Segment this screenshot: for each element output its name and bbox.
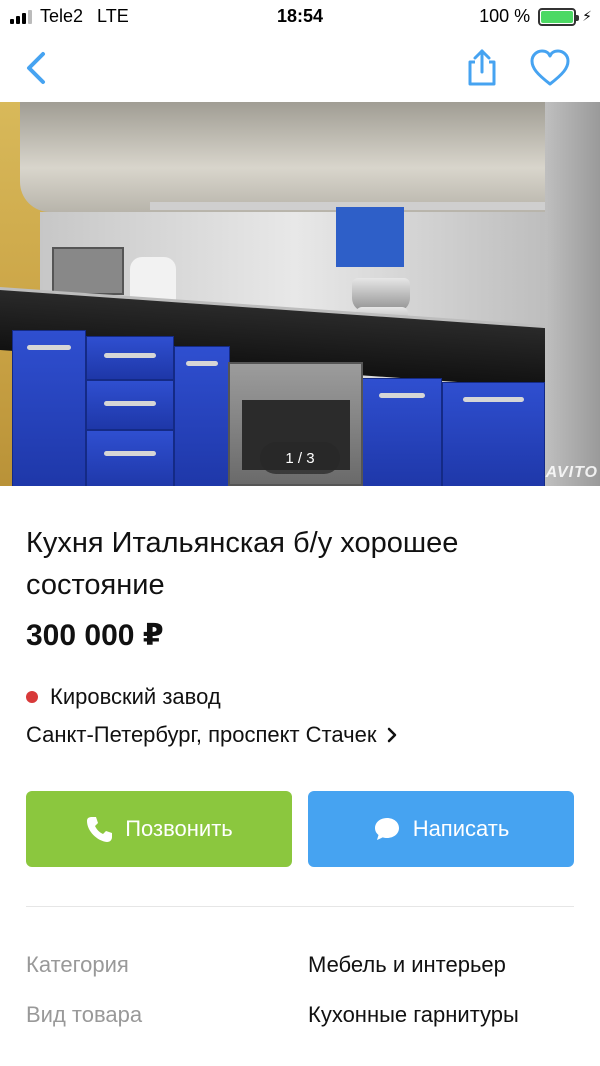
call-button[interactable]: Позвонить bbox=[26, 791, 292, 867]
phone-icon bbox=[87, 817, 113, 842]
status-bar: Tele2 LTE 18:54 100 % ⚡ bbox=[0, 0, 600, 34]
param-value: Кухонные гарнитуры bbox=[308, 1002, 519, 1027]
status-right: 100 % ⚡ bbox=[479, 6, 592, 27]
metro-station-name: Кировский завод bbox=[50, 684, 221, 709]
share-icon bbox=[468, 49, 496, 86]
share-button[interactable] bbox=[460, 46, 504, 90]
chat-bubble-icon bbox=[374, 818, 399, 840]
battery-icon bbox=[538, 7, 580, 26]
param-label: Категория bbox=[26, 952, 129, 977]
metro-dot-icon bbox=[26, 691, 38, 703]
chevron-right-icon bbox=[388, 727, 397, 743]
watermark: AVITO bbox=[545, 464, 598, 481]
param-label: Вид товара bbox=[26, 1002, 143, 1027]
listing-price: 300 000 ₽ bbox=[26, 619, 164, 652]
back-button[interactable] bbox=[14, 46, 58, 90]
metro-station: Кировский завод bbox=[26, 684, 221, 710]
call-button-label: Позвонить bbox=[125, 816, 233, 841]
write-button-label: Написать bbox=[412, 816, 510, 841]
photo-counter: 1 / 3 bbox=[260, 442, 340, 474]
favorite-button[interactable] bbox=[528, 46, 572, 90]
param-row: Категория Мебель и интерьер bbox=[26, 952, 574, 982]
address-text: Санкт-Петербург, проспект Стачек bbox=[26, 722, 377, 747]
battery-level bbox=[541, 10, 574, 23]
chevron-left-icon bbox=[27, 52, 45, 84]
param-row: Вид товара Кухонные гарнитуры bbox=[26, 1002, 574, 1032]
write-button[interactable]: Написать bbox=[308, 791, 574, 867]
param-value: Мебель и интерьер bbox=[308, 952, 506, 977]
heart-icon bbox=[530, 49, 570, 86]
nav-bar bbox=[0, 34, 600, 102]
address-link[interactable]: Санкт-Петербург, проспект Стачек bbox=[26, 722, 398, 748]
photo-gallery[interactable]: AVITO 1 / 3 bbox=[0, 102, 600, 486]
listing-title: Кухня Итальянская б/у хорошее состояние bbox=[26, 527, 459, 601]
divider bbox=[26, 906, 574, 907]
charging-icon: ⚡ bbox=[582, 8, 592, 24]
battery-percent: 100 % bbox=[479, 6, 531, 26]
